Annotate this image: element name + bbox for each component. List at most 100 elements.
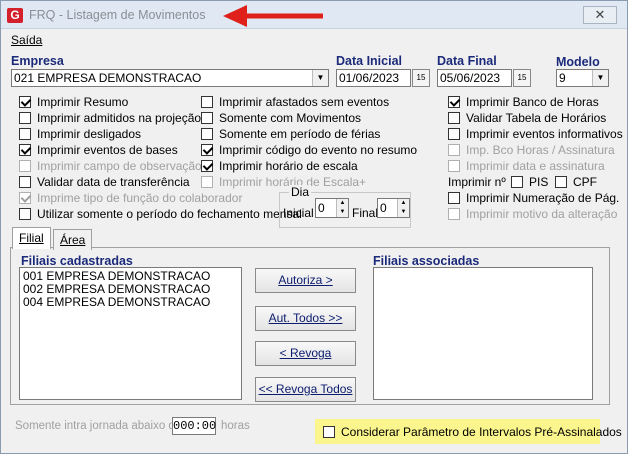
chk-utilizar-periodo-fech[interactable]: Utilizar somente o período do fechamento… xyxy=(19,207,302,221)
checkbox[interactable] xyxy=(19,208,31,220)
spin-up-icon[interactable]: ▲ xyxy=(398,199,409,208)
checkbox[interactable] xyxy=(201,112,213,124)
chevron-down-icon[interactable]: ▼ xyxy=(592,70,608,86)
spin-up-icon[interactable]: ▲ xyxy=(337,199,348,208)
checkbox-checked[interactable] xyxy=(201,160,213,172)
checkbox[interactable] xyxy=(19,112,31,124)
chk-imprimir-afastados[interactable]: Imprimir afastados sem eventos xyxy=(201,95,389,109)
checkbox[interactable] xyxy=(555,176,567,188)
label: Imprimir desligados xyxy=(37,127,142,141)
label: Considerar Parâmetro de Intervalos Pré-A… xyxy=(341,425,622,439)
label: Utilizar somente o período do fechamento… xyxy=(37,207,302,221)
calendar-icon[interactable]: 15 xyxy=(513,69,531,87)
data-inicial-label: Data Inicial xyxy=(336,54,402,68)
chk-imprimir-desligados[interactable]: Imprimir desligados xyxy=(19,127,141,141)
empresa-label: Empresa xyxy=(11,54,64,68)
chk-imprimir-eventos-info[interactable]: Imprimir eventos informativos xyxy=(448,127,623,141)
data-final-label: Data Final xyxy=(437,54,497,68)
checkbox[interactable] xyxy=(19,176,31,188)
aut-todos-button[interactable]: Aut. Todos >> xyxy=(255,306,356,331)
tab-area[interactable]: Área xyxy=(53,229,93,250)
filiais-cadastradas-list[interactable]: 001 EMPRESA DEMONSTRACAO 002 EMPRESA DEM… xyxy=(19,267,242,400)
data-inicial-field[interactable]: 01/06/2023 xyxy=(336,69,411,87)
dia-inicial-spinner[interactable]: 0 ▲ ▼ xyxy=(315,198,349,218)
label: Imprimir afastados sem eventos xyxy=(219,95,390,109)
intrajornada-unit: horas xyxy=(221,420,250,432)
menu-saida[interactable]: Saída xyxy=(11,33,42,47)
checkbox xyxy=(448,144,460,156)
label: Imprimir eventos informativos xyxy=(466,127,623,141)
checkbox xyxy=(448,208,460,220)
checkbox-checked[interactable] xyxy=(448,96,460,108)
chk-imprimir-cod-evento[interactable]: Imprimir código do evento no resumo xyxy=(201,143,417,157)
chk-imprimir-horario-escala-plus: Imprimir horário de Escala+ xyxy=(201,175,366,189)
revoga-todos-button[interactable]: << Revoga Todos xyxy=(255,377,356,402)
checkbox[interactable] xyxy=(448,192,460,204)
calendar-icon[interactable]: 15 xyxy=(412,69,430,87)
spin-down-icon[interactable]: ▼ xyxy=(337,208,348,217)
checkbox[interactable] xyxy=(19,128,31,140)
list-item[interactable]: 004 EMPRESA DEMONSTRACAO xyxy=(23,296,238,309)
chk-somente-com-mov[interactable]: Somente com Movimentos xyxy=(201,111,361,125)
revoga-label: < Revoga xyxy=(279,346,332,360)
tab-filial[interactable]: Filial xyxy=(12,227,51,249)
label: PIS xyxy=(529,175,549,189)
chk-imprimir-horario-escala[interactable]: Imprimir horário de escala xyxy=(201,159,358,173)
chk-validar-data-transf[interactable]: Validar data de transferência xyxy=(19,175,190,189)
modelo-select[interactable]: 9 ▼ xyxy=(556,69,609,87)
checkbox[interactable] xyxy=(448,128,460,140)
close-button[interactable]: ✕ xyxy=(583,6,617,24)
chk-considerar-intervalos[interactable]: Considerar Parâmetro de Intervalos Pré-A… xyxy=(323,425,622,439)
chk-imprimir-resumo[interactable]: Imprimir Resumo xyxy=(19,95,128,109)
spinner-buttons[interactable]: ▲ ▼ xyxy=(397,199,409,217)
label: Validar data de transferência xyxy=(37,175,190,189)
checkbox xyxy=(448,160,460,172)
chk-imprimir-data-assinatura: Imprimir data e assinatura xyxy=(448,159,605,173)
filiais-associadas-list[interactable] xyxy=(373,267,593,400)
label: CPF xyxy=(573,175,597,189)
label: Imprimir Banco de Horas xyxy=(466,95,599,109)
dia-inicial-value: 0 xyxy=(318,201,325,215)
checkbox[interactable] xyxy=(201,96,213,108)
chk-cpf[interactable]: CPF xyxy=(555,175,597,189)
main-window: G FRQ - Listagem de Movimentos ✕ Saída E… xyxy=(0,0,628,454)
checkbox-checked[interactable] xyxy=(201,144,213,156)
revoga-button[interactable]: < Revoga xyxy=(255,341,356,366)
empresa-select[interactable]: 021 EMPRESA DEMONSTRACAO ▼ xyxy=(11,69,329,87)
checkbox-checked[interactable] xyxy=(19,144,31,156)
app-logo-icon: G xyxy=(7,8,23,23)
dia-final-spinner[interactable]: 0 ▲ ▼ xyxy=(377,198,410,218)
chevron-down-icon[interactable]: ▼ xyxy=(312,70,328,86)
data-final-value: 05/06/2023 xyxy=(440,71,501,85)
intrajornada-label: Somente intra jornada abaixo de xyxy=(15,420,182,432)
chk-validar-tabela-horarios[interactable]: Validar Tabela de Horários xyxy=(448,111,606,125)
chk-imprime-tipo-funcao: Imprime tipo de função do colaborador xyxy=(19,191,242,205)
filiais-associadas-label: Filiais associadas xyxy=(373,254,480,268)
checkbox-checked[interactable] xyxy=(19,96,31,108)
checkbox[interactable] xyxy=(323,426,335,438)
chk-imprimir-banco-horas[interactable]: Imprimir Banco de Horas xyxy=(448,95,599,109)
dia-group: Dia Inicial 0 ▲ ▼ Final 0 ▲ ▼ xyxy=(279,185,411,228)
checkbox[interactable] xyxy=(201,128,213,140)
checkbox[interactable] xyxy=(448,112,460,124)
intrajornada-input[interactable]: 000:00 xyxy=(172,417,216,435)
data-final-field[interactable]: 05/06/2023 xyxy=(437,69,512,87)
considerar-intervalos-highlight: Considerar Parâmetro de Intervalos Pré-A… xyxy=(315,419,622,444)
label: Imprimir admitidos na projeção xyxy=(37,111,202,125)
chk-imprimir-numeracao[interactable]: Imprimir Numeração de Pág. xyxy=(448,191,619,205)
label: Somente em período de férias xyxy=(219,127,381,141)
spin-down-icon[interactable]: ▼ xyxy=(398,208,409,217)
chk-imprimir-admitidos[interactable]: Imprimir admitidos na projeção xyxy=(19,111,201,125)
autoriza-button[interactable]: Autoriza > xyxy=(255,268,356,293)
title-bar: G FRQ - Listagem de Movimentos ✕ xyxy=(1,1,627,29)
revoga-todos-label: << Revoga Todos xyxy=(258,382,353,396)
label: Imprimir eventos de bases xyxy=(37,143,178,157)
aut-todos-label: Aut. Todos >> xyxy=(268,311,343,325)
checkbox[interactable] xyxy=(511,176,523,188)
checkbox xyxy=(201,176,213,188)
chk-pis[interactable]: PIS xyxy=(511,175,548,189)
chk-imprimir-eventos-bases[interactable]: Imprimir eventos de bases xyxy=(19,143,178,157)
spinner-buttons[interactable]: ▲ ▼ xyxy=(336,199,348,217)
label: Somente com Movimentos xyxy=(219,111,362,125)
chk-somente-ferias[interactable]: Somente em período de férias xyxy=(201,127,380,141)
